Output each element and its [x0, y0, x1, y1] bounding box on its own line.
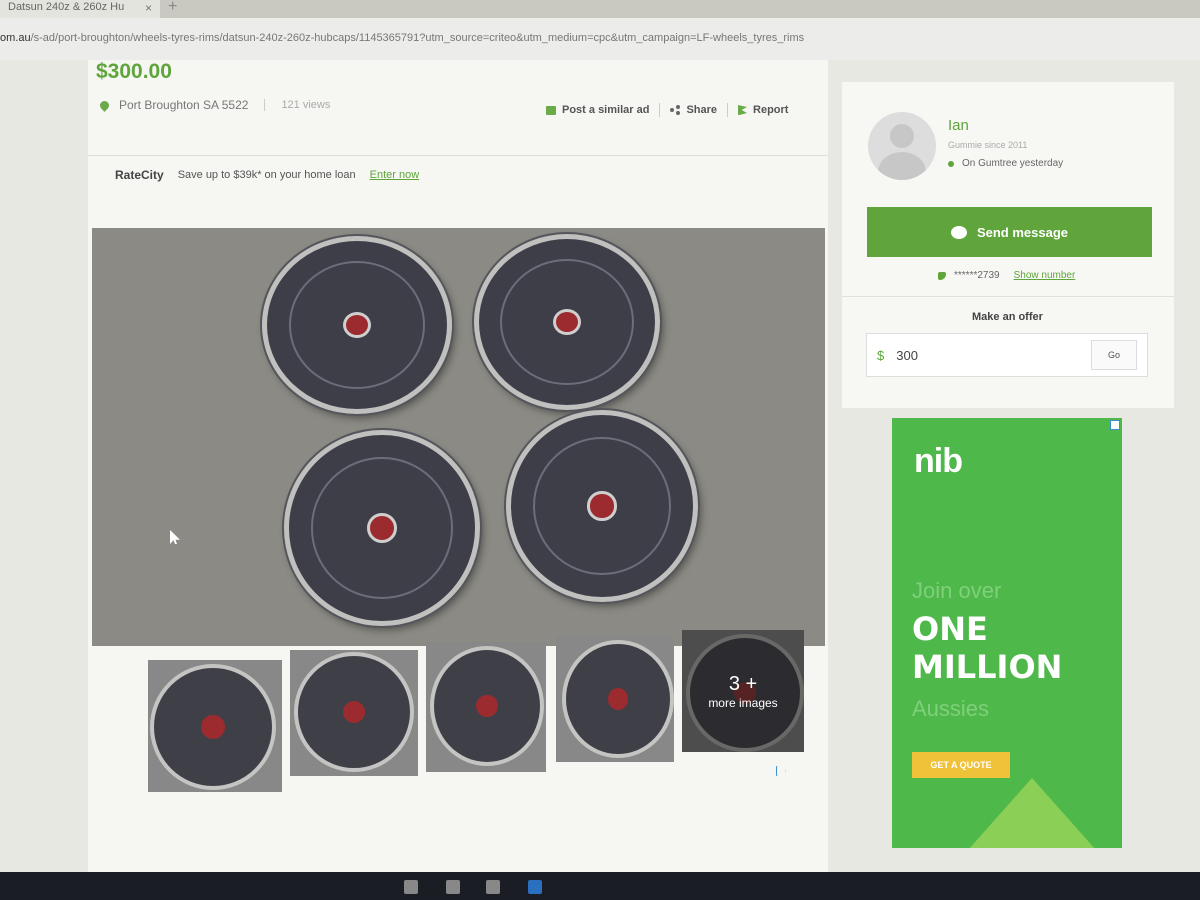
url-path: /s-ad/port-broughton/wheels-tyres-rims/d…: [30, 32, 805, 44]
adchoices-icon[interactable]: [1110, 420, 1120, 430]
send-message-button[interactable]: Send message: [867, 207, 1152, 257]
taskbar-app-icon[interactable]: [404, 880, 418, 894]
nib-advert[interactable]: nib Join over ONE MILLION Aussies GET A …: [892, 418, 1122, 848]
seller-since: Gummie since 2011: [948, 140, 1028, 150]
thumbnail[interactable]: [290, 650, 418, 776]
section-divider: [88, 155, 828, 156]
tab-title: Datsun 240z & 260z Hu: [8, 1, 125, 13]
avatar: [868, 112, 936, 180]
share-icon: [670, 105, 680, 115]
hubcap-image: [284, 430, 480, 626]
report-button[interactable]: Report: [738, 104, 788, 116]
views-count: 121 views: [264, 99, 330, 111]
ad-decoration: [952, 778, 1112, 848]
main-photo[interactable]: [92, 228, 825, 646]
promo-brand: RateCity: [115, 168, 164, 182]
ad-headline-line1: ONE: [912, 610, 988, 648]
taskbar: [0, 872, 1200, 900]
action-divider: [659, 103, 661, 117]
outlook-icon[interactable]: [528, 880, 542, 894]
get-quote-button[interactable]: GET A QUOTE: [912, 752, 1010, 778]
offer-heading: Make an offer: [972, 311, 1043, 323]
ad-headline-line2: MILLION: [912, 648, 1063, 686]
chat-bubble-icon: [950, 225, 967, 239]
ad-logo: nib: [914, 442, 963, 480]
hubcap-image: [474, 234, 660, 410]
hubcap-thumb: [150, 664, 276, 790]
listing-price: $300.00: [96, 60, 172, 83]
seller-status-text: On Gumtree yesterday: [962, 158, 1064, 169]
browser-tab[interactable]: Datsun 240z & 260z Hu ×: [0, 0, 160, 18]
report-label: Report: [753, 104, 789, 116]
thumbnail-strip: 3 + more images: [148, 630, 808, 800]
taskbar-app-icon[interactable]: [446, 880, 460, 894]
more-images-label: more images: [708, 695, 778, 710]
url-host: om.au: [0, 32, 31, 44]
listing-actions: Post a similar ad Share Report: [546, 103, 788, 117]
post-icon: [546, 105, 556, 115]
promo-banner: RateCity Save up to $39k* on your home l…: [115, 168, 419, 182]
post-similar-button[interactable]: Post a similar ad: [546, 104, 649, 116]
online-dot-icon: [948, 160, 954, 167]
thumbnail[interactable]: [426, 642, 546, 772]
address-bar[interactable]: om.au/s-ad/port-broughton/wheels-tyres-r…: [0, 18, 1200, 61]
currency-symbol: $: [877, 347, 885, 363]
more-images-count: 3 +: [728, 672, 758, 695]
seller-name[interactable]: Ian: [948, 117, 969, 134]
panel-divider: [842, 296, 1174, 297]
phone-row: ******2739 Show number: [938, 270, 1075, 281]
location-row: Port Broughton SA 5522 121 views: [98, 98, 330, 112]
share-label: Share: [686, 104, 718, 116]
thumbnail[interactable]: [556, 636, 674, 762]
hubcap-thumb: [562, 640, 674, 758]
post-similar-label: Post a similar ad: [562, 104, 650, 116]
send-message-label: Send message: [976, 224, 1069, 240]
flag-icon: [738, 105, 748, 115]
ad-aussies-text: Aussies: [912, 696, 990, 721]
hubcap-thumb: [430, 646, 544, 766]
action-divider: [727, 103, 729, 117]
more-images-overlay: 3 + more images: [682, 630, 804, 752]
share-button[interactable]: Share: [670, 104, 717, 116]
ad-join-text: Join over: [912, 578, 1002, 603]
thumbnail[interactable]: [148, 660, 282, 792]
location-text: Port Broughton SA 5522: [119, 98, 249, 112]
ad-headline: ONE MILLION: [912, 610, 1062, 686]
go-button[interactable]: Go: [1091, 340, 1137, 370]
more-images-thumbnail[interactable]: 3 + more images: [682, 630, 804, 752]
seller-status: On Gumtree yesterday: [948, 158, 1063, 169]
url-text[interactable]: om.au/s-ad/port-broughton/wheels-tyres-r…: [0, 32, 804, 44]
phone-number: ******2739: [954, 270, 1000, 281]
taskbar-app-icon[interactable]: [486, 880, 500, 894]
promo-link[interactable]: Enter now: [370, 169, 420, 181]
location-pin-icon: [98, 98, 111, 112]
close-icon[interactable]: ×: [145, 1, 152, 15]
hubcap-thumb: [294, 652, 414, 772]
show-number-link[interactable]: Show number: [1014, 270, 1076, 281]
hubcap-image: [506, 410, 698, 602]
offer-input[interactable]: [894, 346, 1079, 364]
promo-text: Save up to $39k* on your home loan: [177, 169, 356, 181]
offer-field: $ Go: [866, 333, 1148, 377]
tab-bar: Datsun 240z & 260z Hu × +: [0, 0, 1200, 18]
phone-icon: [938, 271, 946, 280]
hubcap-image: [262, 236, 452, 414]
new-tab-icon[interactable]: +: [168, 0, 177, 16]
